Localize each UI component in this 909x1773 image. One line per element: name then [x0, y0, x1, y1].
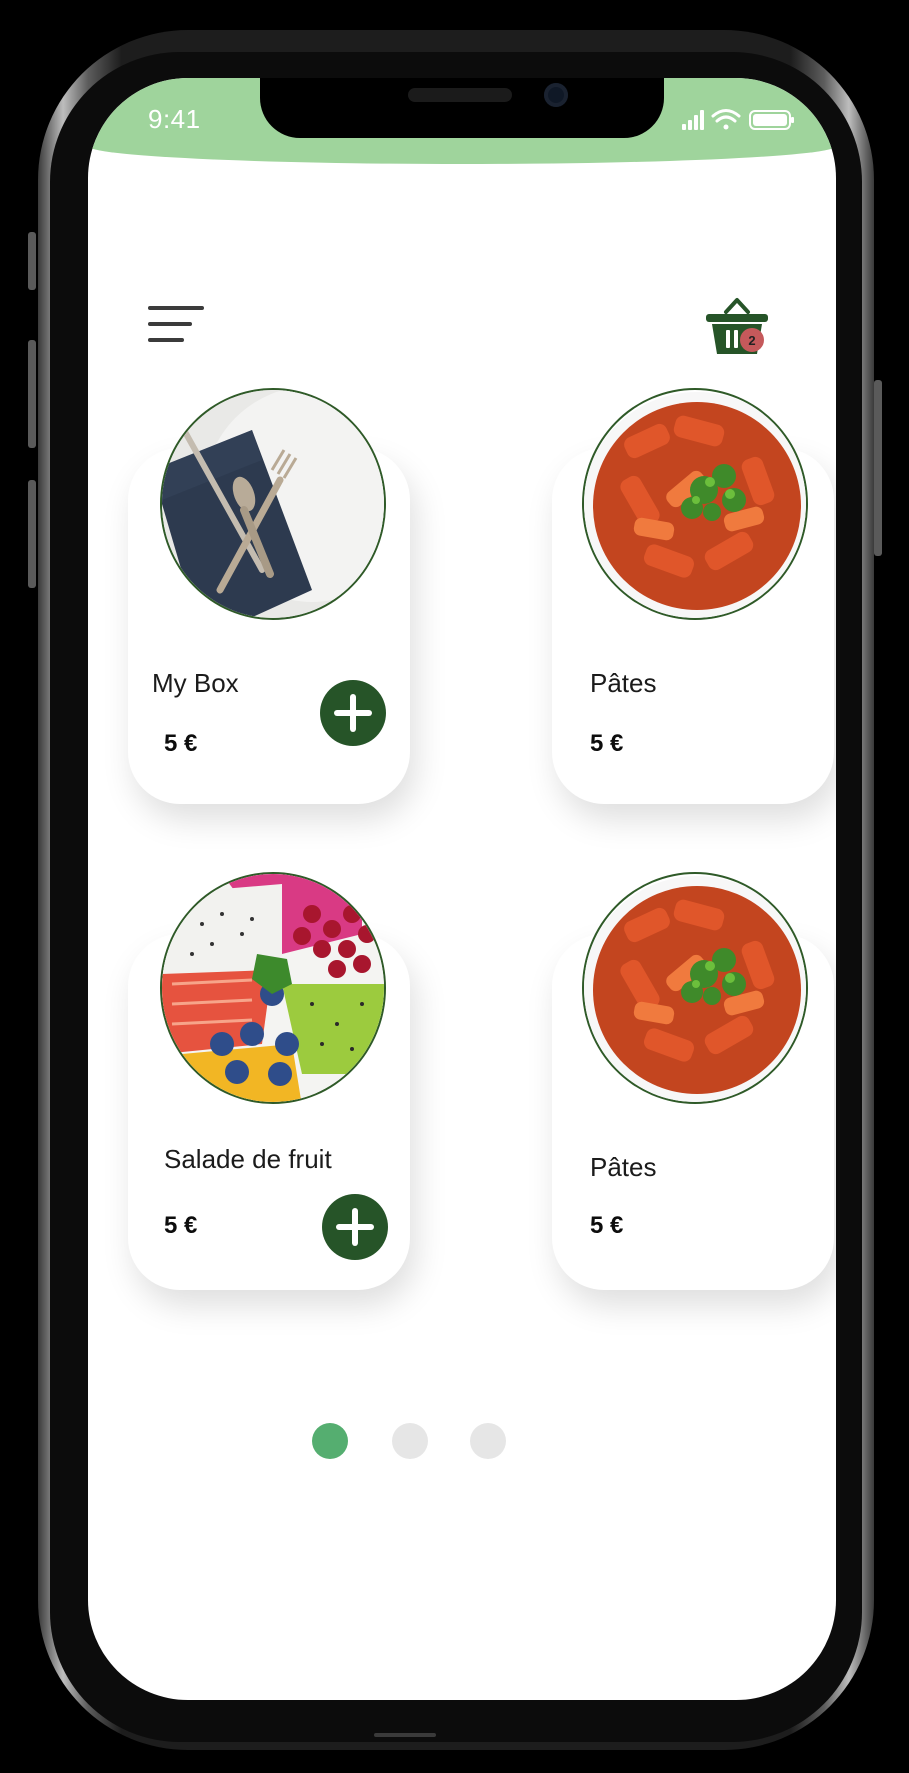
cart-badge: 2: [740, 328, 764, 352]
cellular-signal-icon: [682, 110, 704, 130]
status-time: 9:41: [148, 104, 201, 134]
fruit-salad-image: [162, 874, 384, 1102]
app-screen: 9:41 2 My Box 5 € Pâtes 5 € Salade de fr…: [88, 78, 836, 1700]
product-name: Pâtes: [590, 1152, 657, 1182]
volume-up-button: [28, 340, 36, 448]
pasta-image: [584, 392, 806, 618]
product-image: [160, 388, 386, 620]
page-dot-3[interactable]: [470, 1423, 506, 1459]
wifi-icon: [711, 109, 741, 130]
product-price: 5 €: [590, 730, 624, 757]
product-price: 5 €: [164, 1212, 198, 1239]
power-button: [874, 380, 882, 556]
home-indicator: [374, 1733, 436, 1737]
battery-icon: [749, 110, 794, 130]
product-price: 5 €: [590, 1212, 624, 1239]
product-image: [582, 872, 808, 1104]
page-dot-2[interactable]: [392, 1423, 428, 1459]
cart-count: 2: [748, 333, 755, 348]
pasta-image: [584, 876, 806, 1102]
speaker-grille: [408, 88, 512, 102]
front-camera: [544, 83, 568, 107]
add-to-cart-button[interactable]: [320, 680, 386, 746]
product-name: Salade de fruit: [164, 1144, 332, 1174]
hamburger-menu-icon[interactable]: [148, 306, 208, 350]
product-image: [160, 872, 386, 1104]
product-name: My Box: [152, 668, 239, 698]
status-icons: [682, 109, 794, 130]
cutlery-image: [162, 390, 384, 618]
page-dot-1[interactable]: [312, 1423, 348, 1459]
mute-switch: [28, 232, 36, 290]
product-name: Pâtes: [590, 668, 657, 698]
shopping-basket-icon[interactable]: 2: [704, 294, 774, 360]
volume-down-button: [28, 480, 36, 588]
add-to-cart-button[interactable]: [322, 1194, 388, 1260]
product-image: [582, 388, 808, 620]
product-price: 5 €: [164, 730, 198, 757]
notch: [260, 78, 664, 138]
